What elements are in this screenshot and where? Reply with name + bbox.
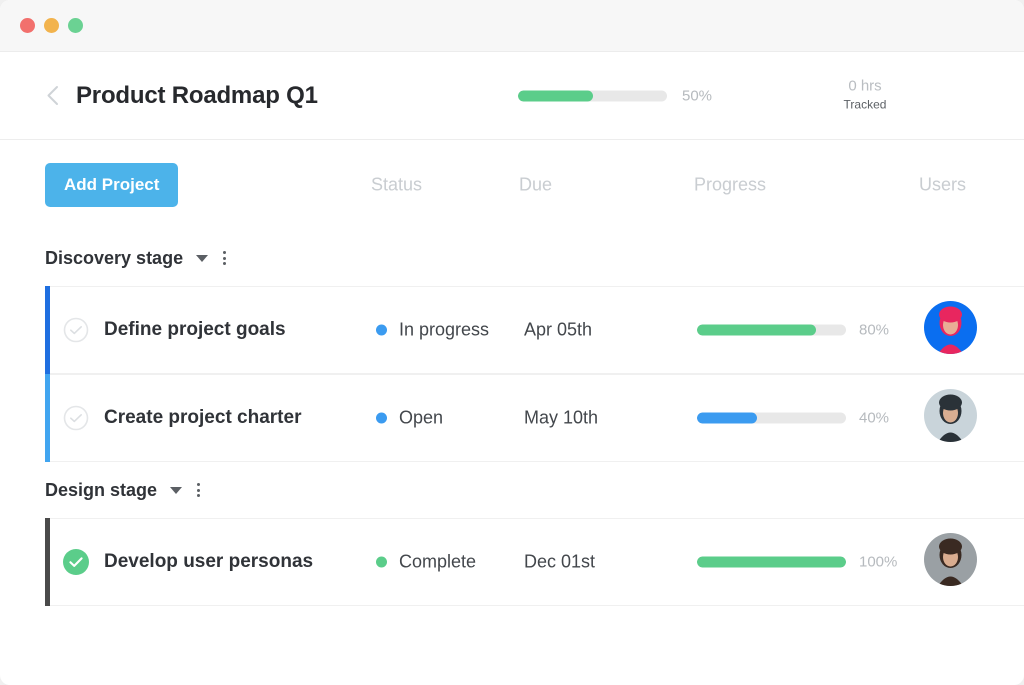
page-title: Product Roadmap Q1	[76, 81, 318, 109]
task-progress: 40%	[697, 410, 889, 427]
task-assignee[interactable]	[924, 301, 977, 359]
stage-task-group: Define project goals In progress Apr 05th 8…	[0, 286, 1024, 462]
task-due-date[interactable]: Apr 05th	[524, 320, 592, 341]
task-name: Define project goals	[104, 319, 286, 340]
stage-title: Discovery stage	[45, 247, 184, 268]
avatar-develop-user-personas[interactable]	[924, 533, 977, 590]
column-header-users: Users	[919, 174, 967, 195]
kebab-menu-icon[interactable]	[194, 481, 203, 499]
stage-header: Discovery stage	[0, 230, 1024, 286]
column-header-status: Status	[371, 174, 423, 195]
task-progress: 80%	[697, 322, 889, 339]
tracked-hours-value: 0 hrs	[848, 77, 882, 95]
caret-down-icon[interactable]	[170, 486, 183, 494]
tracked-time: 0 hrs Tracked	[828, 77, 902, 114]
stage-header: Design stage	[0, 462, 1024, 518]
minimize-button[interactable]	[44, 18, 59, 33]
task-progress-track	[697, 324, 846, 336]
task-progress-track	[697, 412, 846, 424]
window-titlebar	[0, 0, 1024, 52]
task-name: Create project charter	[104, 407, 302, 428]
avatar-define-project-goals[interactable]	[924, 301, 977, 358]
status-dot-icon	[376, 412, 387, 424]
app-window: Product Roadmap Q1 50% 0 hrs Tracked Add…	[0, 0, 1024, 685]
kebab-menu-icon[interactable]	[220, 249, 229, 267]
task-progress-track	[697, 556, 846, 568]
task-status[interactable]: Complete	[376, 552, 476, 573]
task-status[interactable]: In progress	[376, 320, 489, 341]
header-progress-fill	[518, 90, 593, 101]
circle-check-outline-icon[interactable]	[63, 317, 89, 343]
column-header-due: Due	[519, 174, 553, 195]
avatar-create-project-charter[interactable]	[924, 389, 977, 446]
window-controls	[20, 18, 83, 33]
task-progress-label: 40%	[859, 409, 890, 427]
task-due-date[interactable]: May 10th	[524, 408, 598, 429]
header-progress-track	[518, 90, 667, 101]
table-row[interactable]: Develop user personas Complete Dec 01st 100…	[50, 518, 1024, 606]
caret-down-icon[interactable]	[196, 254, 209, 262]
stage-title: Design stage	[45, 479, 158, 500]
task-progress-label: 80%	[859, 321, 890, 339]
project-header: Product Roadmap Q1 50% 0 hrs Tracked	[0, 52, 1024, 140]
task-due-date[interactable]: Dec 01st	[524, 552, 595, 573]
table-toolbar: Add Project Status Due Progress Users	[0, 140, 1024, 230]
maximize-button[interactable]	[68, 18, 83, 33]
status-dot-icon	[376, 324, 387, 336]
status-label: Open	[399, 407, 444, 428]
task-assignee[interactable]	[924, 389, 977, 447]
task-progress-fill	[697, 324, 817, 336]
header-progress: 50%	[518, 87, 712, 104]
stage-list: Discovery stage Define project goals In pr…	[0, 230, 1024, 606]
task-status[interactable]: Open	[376, 408, 443, 429]
column-header-progress: Progress	[694, 174, 767, 195]
task-name: Develop user personas	[104, 551, 314, 572]
status-dot-icon	[376, 556, 387, 568]
add-project-button[interactable]: Add Project	[45, 163, 179, 207]
task-progress-fill	[697, 412, 757, 424]
header-progress-label: 50%	[682, 87, 713, 104]
task-progress: 100%	[697, 554, 897, 571]
task-progress-label: 100%	[859, 553, 898, 571]
task-progress-fill	[697, 556, 846, 568]
circle-check-outline-icon[interactable]	[63, 405, 89, 431]
table-row[interactable]: Define project goals In progress Apr 05th 8…	[50, 286, 1024, 374]
stage-task-group: Develop user personas Complete Dec 01st 100…	[0, 518, 1024, 606]
close-button[interactable]	[20, 18, 35, 33]
status-label: Complete	[399, 551, 477, 572]
circle-check-filled-icon[interactable]	[63, 549, 89, 575]
task-assignee[interactable]	[924, 533, 977, 591]
status-label: In progress	[399, 319, 490, 340]
table-row[interactable]: Create project charter Open May 10th 40%	[50, 374, 1024, 462]
tracked-label: Tracked	[843, 97, 887, 112]
chevron-left-icon[interactable]	[41, 85, 63, 107]
